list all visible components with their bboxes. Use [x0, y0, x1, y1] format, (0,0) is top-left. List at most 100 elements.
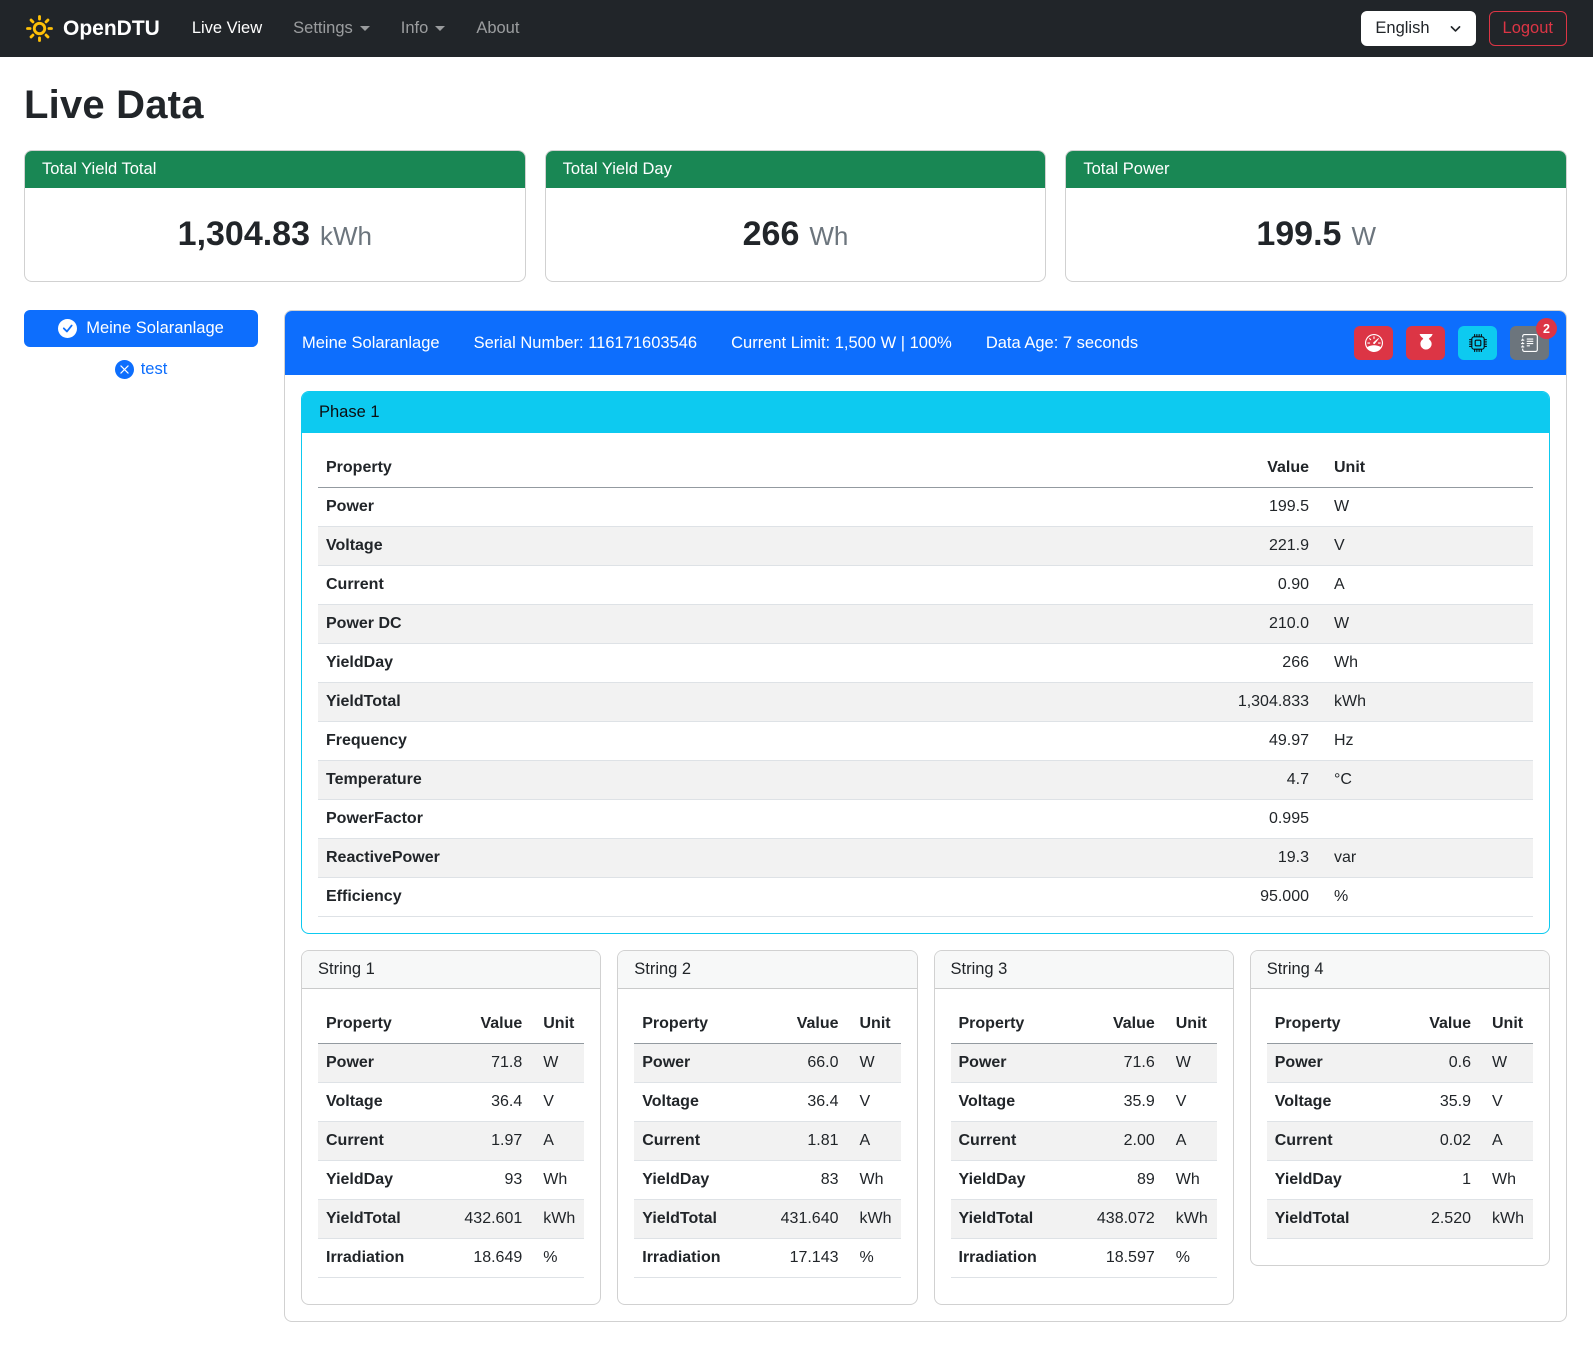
value-cell: 438.072	[1069, 1200, 1162, 1239]
unit-cell	[1317, 800, 1533, 839]
property-cell: PowerFactor	[318, 800, 916, 839]
col-value: Value	[1396, 1005, 1479, 1044]
limit-settings-button[interactable]	[1354, 326, 1393, 360]
property-cell: Efficiency	[318, 878, 916, 917]
phase-1-table: Property Value Unit Power	[318, 449, 1533, 917]
inverter-data-age: Data Age: 7 seconds	[986, 334, 1138, 353]
logout-button[interactable]: Logout	[1489, 11, 1567, 46]
property-cell: Voltage	[951, 1083, 1070, 1122]
unit-cell: %	[530, 1239, 584, 1278]
col-property: Property	[318, 449, 916, 488]
table-row: YieldDay 1 Wh	[1267, 1161, 1533, 1200]
card-total-yield-day: Total Yield Day 266Wh	[545, 150, 1047, 282]
string-4-header: String 4	[1251, 951, 1549, 989]
col-value: Value	[753, 1005, 846, 1044]
unit-cell: W	[530, 1044, 584, 1083]
unit-cell: Wh	[1163, 1161, 1217, 1200]
value-cell: 1,304.833	[916, 683, 1317, 722]
unit-cell: A	[847, 1122, 901, 1161]
property-cell: Voltage	[318, 527, 916, 566]
table-row: Voltage 221.9 V	[318, 527, 1533, 566]
brand-link[interactable]: OpenDTU	[26, 15, 160, 42]
table-header-row: Property Value Unit	[1267, 1005, 1533, 1044]
table-row: Current 0.02 A	[1267, 1122, 1533, 1161]
event-log-button[interactable]: 2	[1510, 326, 1549, 360]
table-row: YieldDay 83 Wh	[634, 1161, 900, 1200]
unit-cell: W	[1163, 1044, 1217, 1083]
inverter-item-test[interactable]: test	[24, 360, 258, 379]
unit-cell: %	[847, 1239, 901, 1278]
inverter-sidebar: Meine Solaranlage test	[24, 310, 258, 379]
phase-1-header: Phase 1	[302, 392, 1549, 433]
device-info-button[interactable]	[1458, 326, 1497, 360]
nav-links: Live View Settings Info About	[192, 19, 520, 38]
unit-cell: W	[1317, 605, 1533, 644]
card-body: 1,304.83kWh	[25, 188, 525, 281]
x-circle-icon	[115, 360, 134, 379]
inverter-body: Phase 1 Property Value Unit	[285, 375, 1566, 1321]
col-unit: Unit	[1479, 1005, 1533, 1044]
table-row: Power DC 210.0 W	[318, 605, 1533, 644]
value-cell: 71.6	[1069, 1044, 1162, 1083]
value-cell: 266	[916, 644, 1317, 683]
language-value: English	[1375, 19, 1429, 38]
language-select[interactable]: English	[1361, 11, 1475, 46]
value-cell: 1.81	[753, 1122, 846, 1161]
value-cell: 36.4	[753, 1083, 846, 1122]
col-value: Value	[1069, 1005, 1162, 1044]
property-cell: Current	[318, 1122, 437, 1161]
property-cell: YieldTotal	[1267, 1200, 1397, 1239]
value-cell: 0.6	[1396, 1044, 1479, 1083]
value-cell: 4.7	[916, 761, 1317, 800]
inverter-select-button[interactable]: Meine Solaranlage	[24, 310, 258, 347]
value-cell: 49.97	[916, 722, 1317, 761]
page-title: Live Data	[24, 83, 1567, 128]
phase-1-body: Property Value Unit Power	[302, 433, 1549, 933]
chevron-down-icon	[360, 26, 370, 31]
nav-settings[interactable]: Settings	[293, 19, 370, 38]
sun-icon	[26, 15, 53, 42]
unit-cell: Hz	[1317, 722, 1533, 761]
col-value: Value	[437, 1005, 530, 1044]
col-value: Value	[916, 449, 1317, 488]
unit-cell: %	[1163, 1239, 1217, 1278]
property-cell: Power DC	[318, 605, 916, 644]
card-total-power: Total Power 199.5W	[1065, 150, 1567, 282]
unit-cell: V	[1163, 1083, 1217, 1122]
unit-cell: V	[530, 1083, 584, 1122]
inverter-item-label: test	[141, 360, 168, 379]
strings-row: String 1 Property Value Unit	[301, 950, 1550, 1305]
table-row: Power 71.6 W	[951, 1044, 1217, 1083]
value-cell: 71.8	[437, 1044, 530, 1083]
property-cell: Power	[951, 1044, 1070, 1083]
nav-info[interactable]: Info	[401, 19, 446, 38]
string-4-card: String 4 Property Value Unit	[1250, 950, 1550, 1266]
event-count-badge: 2	[1536, 318, 1557, 339]
table-row: Voltage 36.4 V	[634, 1083, 900, 1122]
string-2-card: String 2 Property Value Unit	[617, 950, 917, 1305]
table-row: Voltage 35.9 V	[951, 1083, 1217, 1122]
top-navbar: OpenDTU Live View Settings Info About En…	[0, 0, 1593, 57]
chevron-down-icon	[1449, 22, 1462, 35]
nav-live-view[interactable]: Live View	[192, 19, 262, 38]
property-cell: Power	[1267, 1044, 1397, 1083]
unit-cell: kWh	[1479, 1200, 1533, 1239]
property-cell: ReactivePower	[318, 839, 916, 878]
property-cell: Power	[318, 488, 916, 527]
power-settings-button[interactable]	[1406, 326, 1445, 360]
nav-about[interactable]: About	[476, 19, 519, 38]
string-3-table: Property Value Unit Power	[951, 1005, 1217, 1278]
property-cell: Voltage	[318, 1083, 437, 1122]
table-row: Power 66.0 W	[634, 1044, 900, 1083]
value-cell: 2.00	[1069, 1122, 1162, 1161]
value-cell: 221.9	[916, 527, 1317, 566]
property-cell: YieldDay	[318, 1161, 437, 1200]
table-row: Power 199.5 W	[318, 488, 1533, 527]
table-row: YieldTotal 432.601 kWh	[318, 1200, 584, 1239]
unit-cell: Wh	[1317, 644, 1533, 683]
value-cell: 431.640	[753, 1200, 846, 1239]
inverter-actions: 2	[1354, 326, 1549, 360]
property-cell: Current	[318, 566, 916, 605]
summary-cards-row: Total Yield Total 1,304.83kWh Total Yiel…	[24, 150, 1567, 282]
property-cell: Frequency	[318, 722, 916, 761]
